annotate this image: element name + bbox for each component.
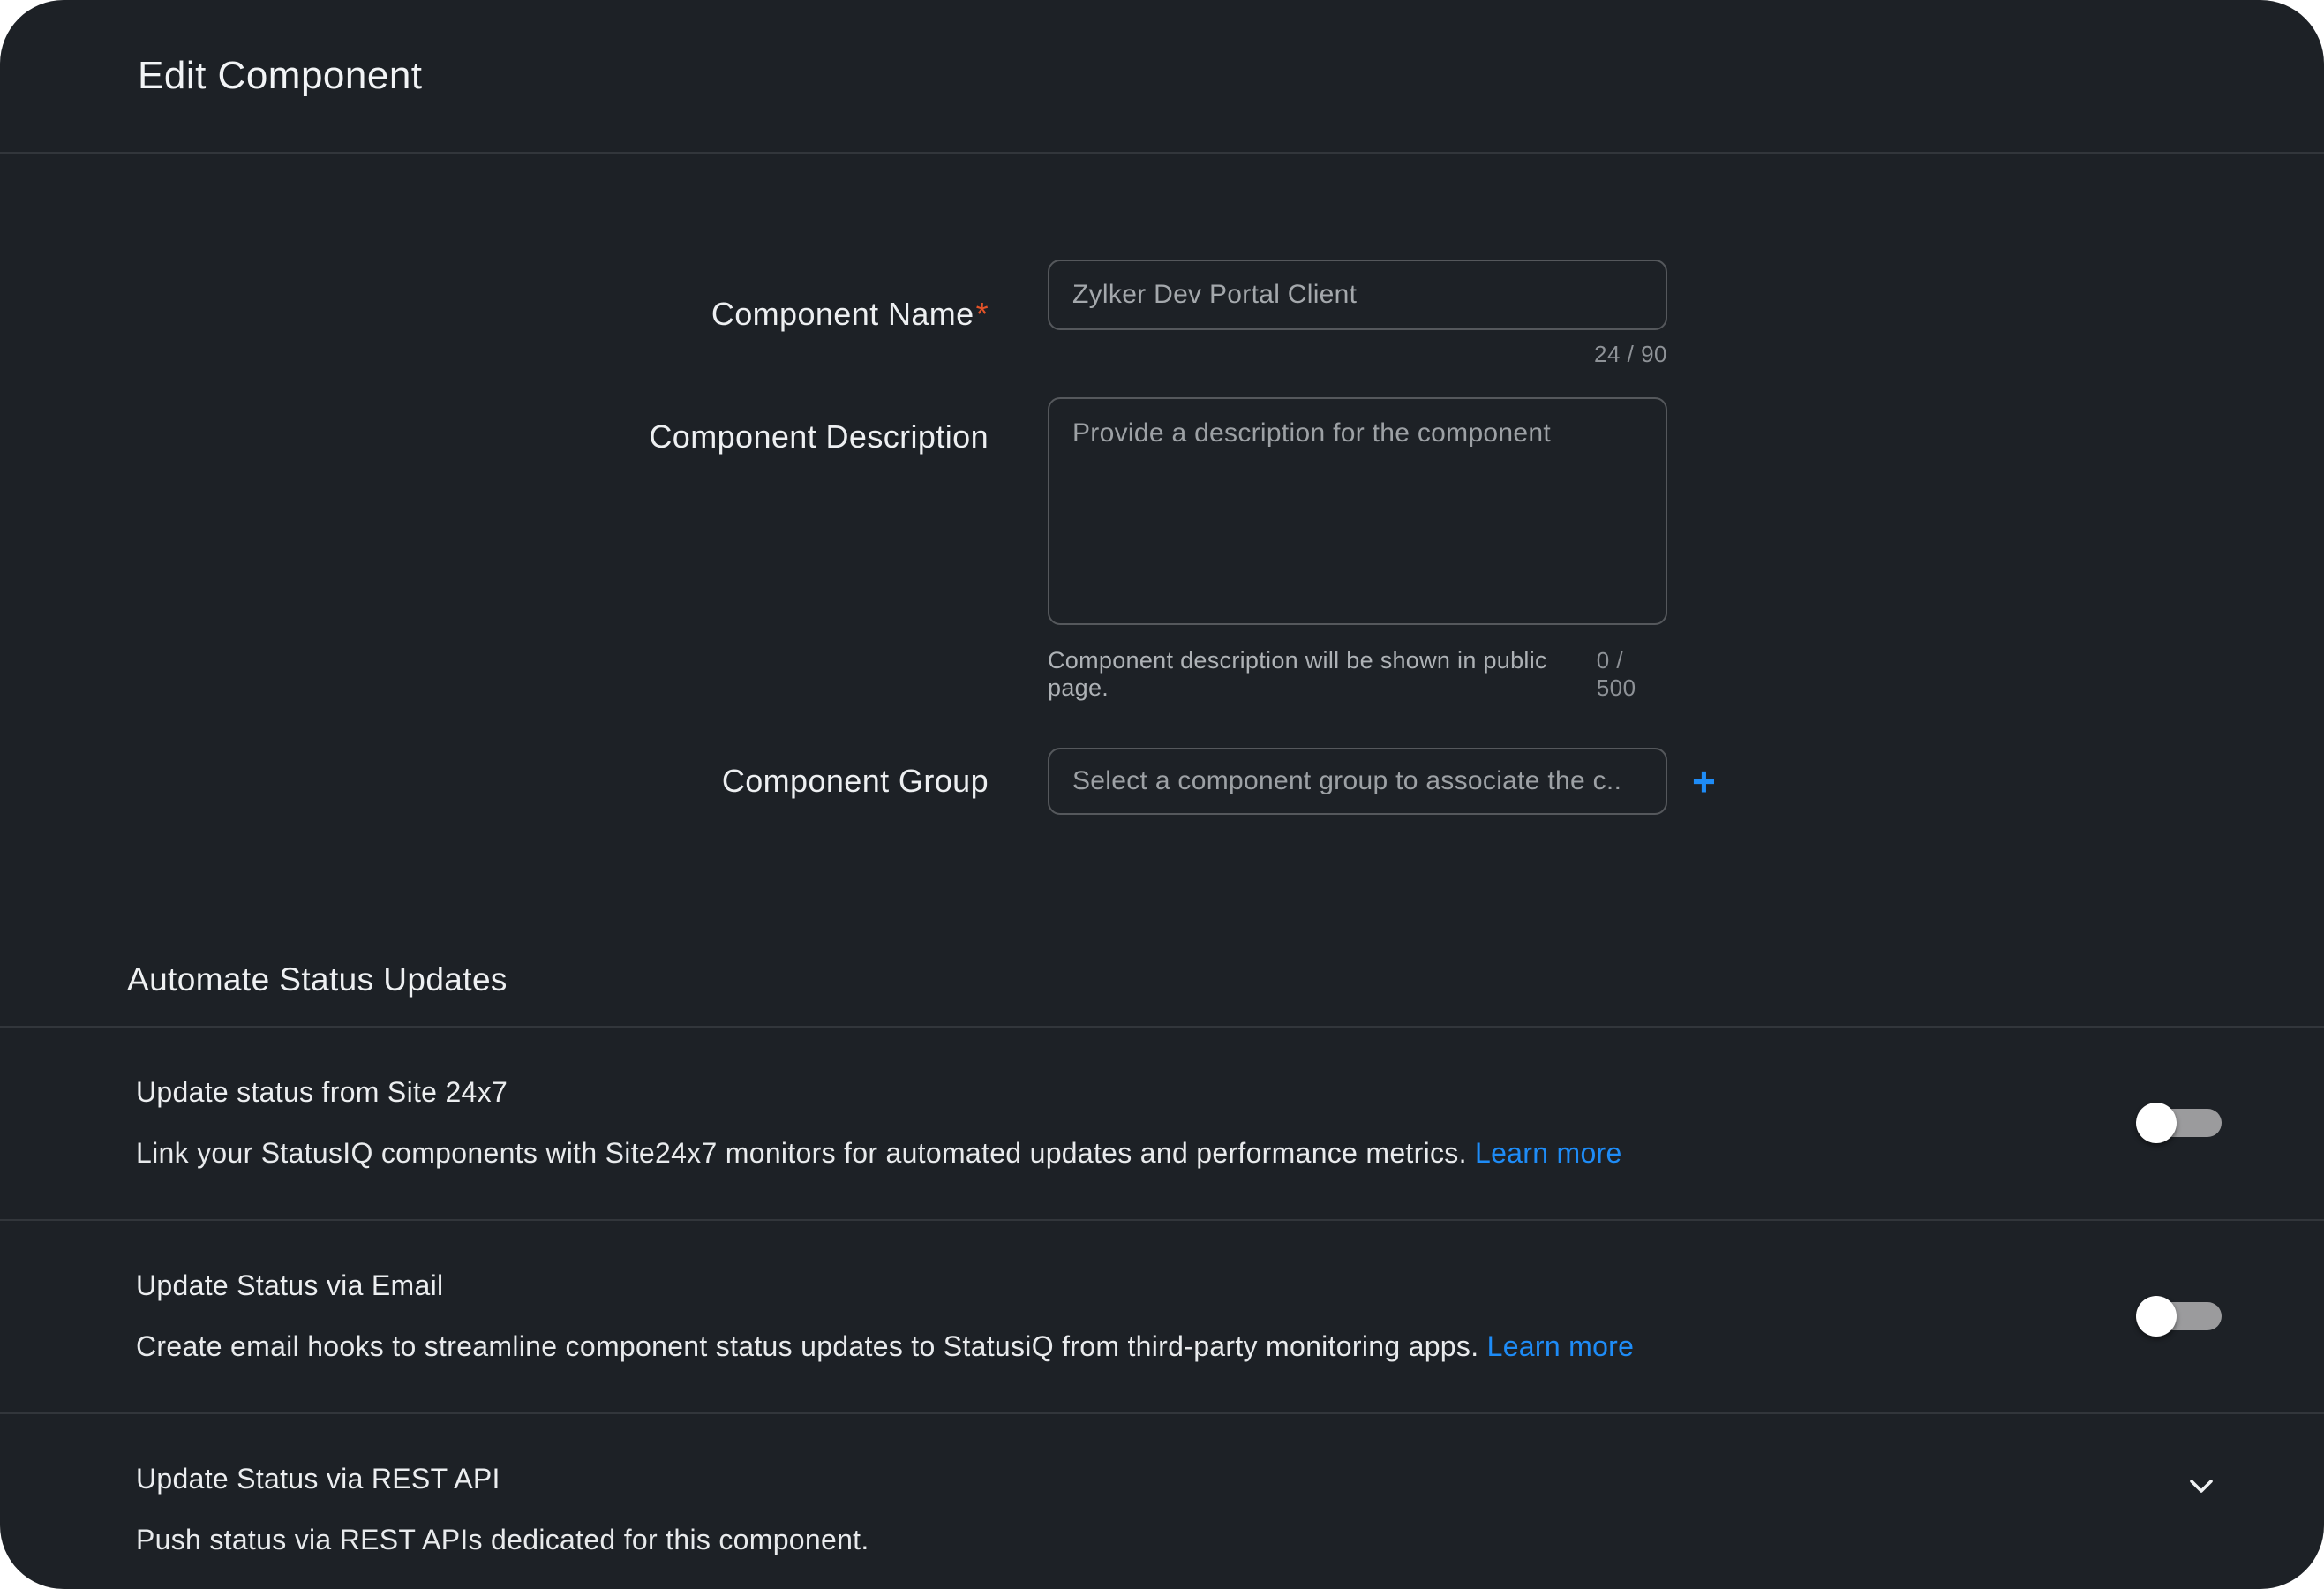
component-group-row: Component Group Select a component group… xyxy=(0,748,2324,815)
component-form: Component Name* 24 / 90 Component Descri… xyxy=(0,154,2324,815)
site24x7-toggle[interactable] xyxy=(2136,1100,2222,1146)
rest-api-row-description: Push status via REST APIs dedicated for … xyxy=(136,1524,2181,1556)
rest-api-expand-button[interactable] xyxy=(2181,1466,2222,1507)
automation-row-site24x7: Update status from Site 24x7 Link your S… xyxy=(0,1028,2324,1221)
toggle-knob xyxy=(2136,1103,2177,1143)
component-description-label: Component Description xyxy=(0,397,989,456)
modal-header: Edit Component xyxy=(0,0,2324,154)
edit-component-modal: Edit Component Component Name* 24 / 90 C… xyxy=(0,0,2324,1589)
automation-row-email: Update Status via Email Create email hoo… xyxy=(0,1221,2324,1414)
site24x7-row-title: Update status from Site 24x7 xyxy=(136,1076,2136,1109)
site24x7-learn-more-link[interactable]: Learn more xyxy=(1475,1137,1622,1169)
site24x7-row-description: Link your StatusIQ components with Site2… xyxy=(136,1137,2136,1170)
component-description-helper: Component description will be shown in p… xyxy=(1048,647,1597,702)
email-row-description: Create email hooks to streamline compone… xyxy=(136,1330,2136,1363)
toggle-knob xyxy=(2136,1296,2177,1337)
component-name-counter: 24 / 90 xyxy=(1048,341,1667,368)
email-learn-more-link[interactable]: Learn more xyxy=(1487,1330,1635,1362)
automation-row-rest-api: Update Status via REST API Push status v… xyxy=(0,1414,2324,1589)
component-group-placeholder: Select a component group to associate th… xyxy=(1072,766,1621,796)
email-row-title: Update Status via Email xyxy=(136,1269,2136,1302)
component-name-label: Component Name* xyxy=(0,296,989,333)
component-name-row: Component Name* 24 / 90 xyxy=(0,260,2324,368)
automate-status-updates-heading: Automate Status Updates xyxy=(0,961,2324,998)
component-description-counter: 0 / 500 xyxy=(1597,647,1667,702)
component-group-select[interactable]: Select a component group to associate th… xyxy=(1048,748,1667,815)
add-component-group-button[interactable]: + xyxy=(1692,761,1716,802)
email-toggle[interactable] xyxy=(2136,1293,2222,1339)
component-group-label: Component Group xyxy=(0,763,989,800)
component-description-row: Component Description Component descript… xyxy=(0,397,2324,702)
page-title: Edit Component xyxy=(138,54,423,98)
component-description-textarea[interactable] xyxy=(1048,397,1667,625)
rest-api-row-title: Update Status via REST API xyxy=(136,1463,2181,1495)
chevron-down-icon xyxy=(2181,1466,2222,1507)
component-name-input[interactable] xyxy=(1048,260,1667,330)
required-asterisk: * xyxy=(976,296,989,332)
